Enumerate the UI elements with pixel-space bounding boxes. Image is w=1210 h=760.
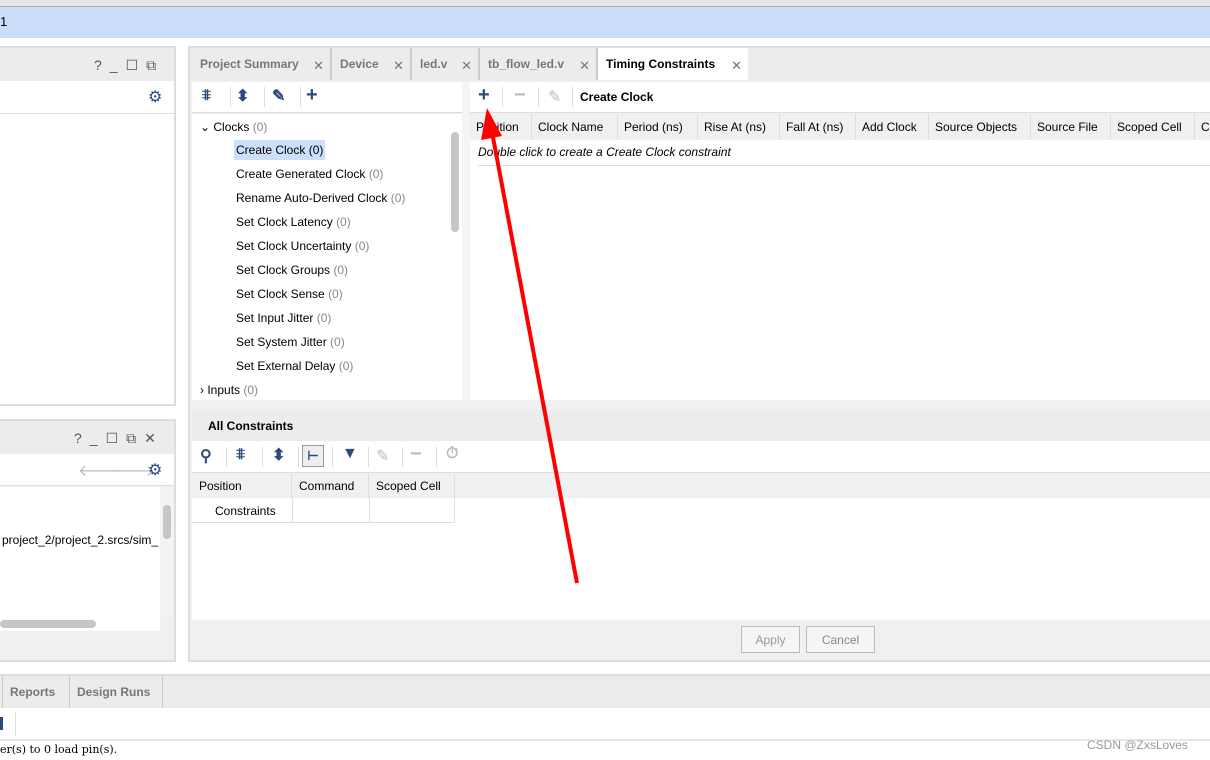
tab-design-runs[interactable]: Design Runs (70, 676, 163, 708)
close-icon: ✕ (313, 58, 324, 73)
apply-button[interactable]: Apply (741, 626, 800, 653)
gear-icon[interactable]: ⚙ (148, 460, 162, 480)
left-bottom-panel: ?_☐⧉✕ 🡐 🡒 ⚙ project_2/project_2.srcs/sim… (0, 419, 176, 662)
column-header[interactable]: Position (192, 474, 292, 498)
constraint-tree: ⌄ Clocks (0) Create Clock (0) Create Gen… (192, 114, 448, 400)
panel-header: ?_☐⧉✕ (0, 421, 174, 454)
close-icon: ✕ (731, 58, 742, 73)
tree-item[interactable]: Set Clock Groups (0) (236, 263, 348, 277)
search-icon[interactable]: ⚲ (200, 446, 212, 466)
panel-content (0, 114, 174, 404)
detail-table-body[interactable]: Double click to create a Create Clock co… (470, 140, 1210, 400)
tree-item[interactable]: Set Clock Uncertainty (0) (236, 239, 369, 253)
expand-all-icon[interactable]: ⬍ (236, 86, 249, 106)
column-header[interactable]: Source Objects (929, 114, 1031, 140)
close-icon: ✕ (461, 58, 472, 73)
column-header[interactable]: Position (470, 114, 532, 140)
vertical-scrollbar[interactable] (160, 487, 174, 617)
remove-icon[interactable]: − (410, 443, 422, 466)
hierarchy-toggle-icon[interactable]: ⊢ (302, 445, 324, 467)
expand-all-icon[interactable]: ⬍ (272, 445, 285, 465)
splitter[interactable] (462, 82, 470, 400)
collapse-all-icon[interactable]: ⩨ (202, 87, 211, 105)
filter-icon[interactable]: ▼ (342, 445, 358, 463)
column-header[interactable]: Fall At (ns) (780, 114, 856, 140)
remove-icon[interactable]: − (514, 84, 526, 107)
column-header[interactable]: C (1195, 114, 1210, 140)
cancel-button[interactable]: Cancel (806, 626, 875, 653)
all-constraints-toolbar: ⚲ ⩨ ⬍ ⊢ ▼ ✎ − ⏱ (192, 441, 1210, 473)
tree-item[interactable]: Set Clock Latency (0) (236, 215, 351, 229)
tree-item[interactable]: Set External Delay (0) (236, 359, 353, 373)
window-title: 1 (0, 14, 8, 29)
panel-window-controls[interactable]: ?_☐⧉✕ (74, 430, 164, 447)
close-icon: ✕ (393, 58, 404, 73)
all-constraints-table: Position Command Scoped Cell Constraints (192, 474, 1210, 620)
column-header[interactable]: Source File (1031, 114, 1111, 140)
edit-icon[interactable]: ✎ (376, 446, 389, 466)
panel-header: ?_☐⧉ (0, 48, 174, 81)
column-header[interactable]: Scoped Cell (369, 474, 455, 498)
close-icon: ✕ (579, 58, 590, 73)
window-top-strip (0, 0, 1210, 7)
all-constraints-header: All Constraints (192, 410, 1210, 441)
wizard-icon[interactable]: ✎ (272, 86, 285, 106)
detail-title: Create Clock (580, 90, 654, 104)
tree-item[interactable]: Set Clock Sense (0) (236, 287, 343, 301)
tab-led-v[interactable]: led.v ✕ (412, 48, 480, 80)
tree-item[interactable]: Set System Jitter (0) (236, 335, 345, 349)
left-top-panel: ?_☐⧉ ⚙ (0, 46, 176, 406)
column-header[interactable]: Add Clock (856, 114, 929, 140)
watermark: CSDN @ZxsLoves (1087, 738, 1188, 752)
tree-group-clocks[interactable]: ⌄ Clocks (0) (200, 120, 267, 134)
title-bar: 1 (0, 7, 1210, 38)
tab-project-summary[interactable]: Project Summary ✕ (192, 48, 332, 80)
panel-toolbar: 🡐 🡒 ⚙ (0, 454, 174, 486)
gear-icon[interactable]: ⚙ (148, 87, 162, 107)
tab-device[interactable]: Device ✕ (332, 48, 412, 80)
column-header[interactable]: Period (ns) (618, 114, 698, 140)
tab-timing-constraints[interactable]: Timing Constraints ✕ (598, 48, 748, 80)
table-row[interactable]: Constraints (192, 498, 455, 523)
timer-icon[interactable]: ⏱ (446, 445, 458, 463)
detail-toolbar: + − ✎ Create Clock (470, 82, 1210, 113)
tree-item[interactable]: Rename Auto-Derived Clock (0) (236, 191, 405, 205)
all-constraints-title: All Constraints (208, 419, 294, 433)
panel-window-controls[interactable]: ?_☐⧉ (94, 57, 164, 74)
column-header[interactable]: Command (292, 474, 369, 498)
tree-item-create-clock[interactable]: Create Clock (0) (234, 140, 326, 160)
panel-toolbar: ⚙ (0, 81, 174, 114)
edit-icon[interactable]: ✎ (548, 87, 561, 107)
console-toolbar (0, 708, 1210, 741)
cell-position: Constraints (215, 504, 276, 518)
detail-table-header: Position Clock Name Period (ns) Rise At … (470, 114, 1210, 140)
tree-item[interactable]: Create Generated Clock (0) (236, 167, 383, 181)
empty-hint: Double click to create a Create Clock co… (478, 145, 1210, 166)
bottom-tab-bar: Reports Design Runs (0, 674, 1210, 708)
file-path: project_2/project_2.srcs/sim_ (2, 533, 159, 547)
tree-scrollbar[interactable] (448, 114, 462, 400)
tree-toolbar: ⩨ ⬍ ✎ + (192, 82, 462, 113)
collapse-all-icon[interactable]: ⩨ (236, 446, 245, 464)
column-header[interactable]: Rise At (ns) (698, 114, 780, 140)
tree-item[interactable]: Set Input Jitter (0) (236, 311, 331, 325)
add-icon[interactable]: + (478, 84, 490, 107)
add-icon[interactable]: + (306, 84, 318, 107)
horizontal-scrollbar[interactable] (0, 617, 160, 631)
tab-tb-flow-led-v[interactable]: tb_flow_led.v ✕ (480, 48, 598, 80)
panel-content: project_2/project_2.srcs/sim_ (0, 487, 160, 617)
tab-bar: Project Summary ✕ Device ✕ led.v ✕ tb_flow_… (190, 48, 1210, 81)
main-panel: Project Summary ✕ Device ✕ led.v ✕ tb_flow_… (188, 46, 1210, 662)
tab-reports[interactable]: Reports (2, 676, 70, 708)
console-icon[interactable] (0, 717, 3, 730)
console-output: er(s) to 0 load pin(s). (0, 743, 118, 756)
column-header[interactable]: Scoped Cell (1111, 114, 1195, 140)
column-header[interactable]: Clock Name (532, 114, 618, 140)
tree-group-inputs[interactable]: › Inputs (0) (200, 383, 258, 397)
